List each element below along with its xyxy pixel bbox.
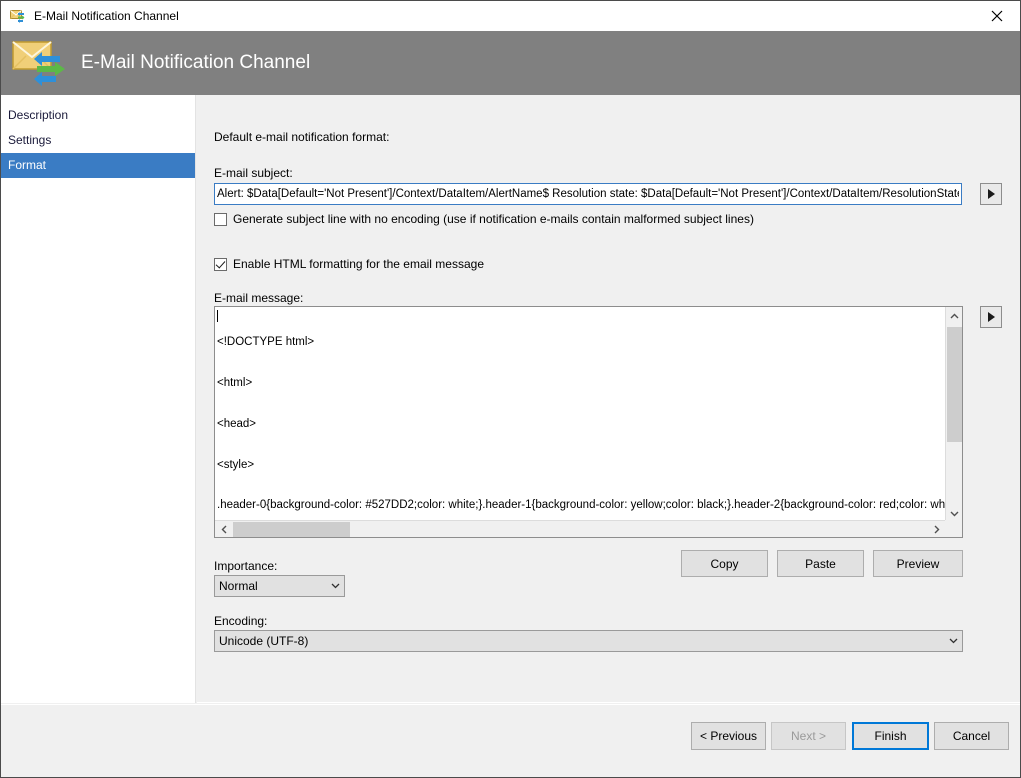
message-vertical-scrollbar[interactable] (945, 307, 962, 522)
message-line: <style> (217, 459, 945, 473)
subject-input[interactable] (214, 183, 962, 205)
right-triangle-icon (988, 312, 995, 322)
subject-label: E-mail subject: (214, 166, 293, 180)
dialog-footer: < Previous Next > Finish Cancel (1, 704, 1020, 777)
message-editor[interactable]: <!DOCTYPE html> <html> <head> <style> .h… (214, 306, 963, 538)
vertical-scrollbar-thumb[interactable] (947, 327, 962, 442)
message-line: <!DOCTYPE html> (217, 336, 945, 350)
message-line: .header-0{background-color: #527DD2;colo… (217, 499, 945, 513)
cancel-button[interactable]: Cancel (934, 722, 1009, 750)
message-label: E-mail message: (214, 291, 303, 305)
paste-button[interactable]: Paste (777, 550, 864, 577)
chevron-up-icon[interactable] (946, 307, 962, 324)
no-encoding-checkbox[interactable] (214, 213, 227, 226)
sidebar-item-settings[interactable]: Settings (1, 128, 195, 153)
importance-value: Normal (215, 579, 326, 593)
chevron-down-icon (326, 583, 344, 589)
subject-row (214, 183, 1002, 205)
next-button: Next > (771, 722, 846, 750)
email-channel-large-icon (12, 40, 66, 86)
enable-html-checkbox[interactable] (214, 258, 227, 271)
message-horizontal-scrollbar[interactable] (215, 520, 945, 537)
encoding-label: Encoding: (214, 614, 267, 628)
right-triangle-icon (988, 189, 995, 199)
previous-button[interactable]: < Previous (691, 722, 766, 750)
text-caret (217, 310, 218, 322)
email-notification-channel-dialog: E-Mail Notification Channel E-Mail Notif… (0, 0, 1021, 778)
subject-insert-variable-button[interactable] (980, 183, 1002, 205)
chevron-down-icon (944, 638, 962, 644)
finish-button[interactable]: Finish (852, 722, 929, 750)
message-text[interactable]: <!DOCTYPE html> <html> <head> <style> .h… (217, 309, 945, 519)
window-title: E-Mail Notification Channel (34, 9, 179, 23)
importance-label: Importance: (214, 559, 277, 573)
message-line: <head> (217, 418, 945, 432)
copy-button[interactable]: Copy (681, 550, 768, 577)
encoding-select[interactable]: Unicode (UTF-8) (214, 630, 963, 652)
enable-html-checkbox-label: Enable HTML formatting for the email mes… (233, 257, 484, 271)
title-bar: E-Mail Notification Channel (1, 1, 1020, 31)
sidebar-item-label: Format (8, 158, 46, 172)
section-label: Default e-mail notification format: (214, 130, 389, 144)
chevron-right-icon[interactable] (928, 521, 945, 537)
encoding-value: Unicode (UTF-8) (215, 634, 944, 648)
chevron-left-icon[interactable] (215, 521, 232, 537)
header-banner: E-Mail Notification Channel (1, 31, 1020, 95)
email-channel-icon (10, 8, 26, 24)
sidebar-item-format[interactable]: Format (1, 153, 195, 178)
sidebar-item-description[interactable]: Description (1, 103, 195, 128)
wizard-navigation-sidebar: Description Settings Format (1, 95, 196, 703)
sidebar-item-label: Settings (8, 133, 51, 147)
no-encoding-checkbox-row[interactable]: Generate subject line with no encoding (… (214, 212, 754, 226)
close-icon[interactable] (974, 1, 1020, 31)
message-insert-variable-button[interactable] (980, 306, 1002, 328)
format-panel: Default e-mail notification format: E-ma… (197, 95, 1020, 703)
preview-button[interactable]: Preview (873, 550, 963, 577)
sidebar-item-label: Description (8, 108, 68, 122)
horizontal-scrollbar-thumb[interactable] (233, 522, 350, 537)
page-title: E-Mail Notification Channel (81, 52, 310, 74)
importance-select[interactable]: Normal (214, 575, 345, 597)
enable-html-checkbox-row[interactable]: Enable HTML formatting for the email mes… (214, 257, 484, 271)
no-encoding-checkbox-label: Generate subject line with no encoding (… (233, 212, 754, 226)
message-line: <html> (217, 377, 945, 391)
scrollbar-corner (945, 520, 962, 537)
